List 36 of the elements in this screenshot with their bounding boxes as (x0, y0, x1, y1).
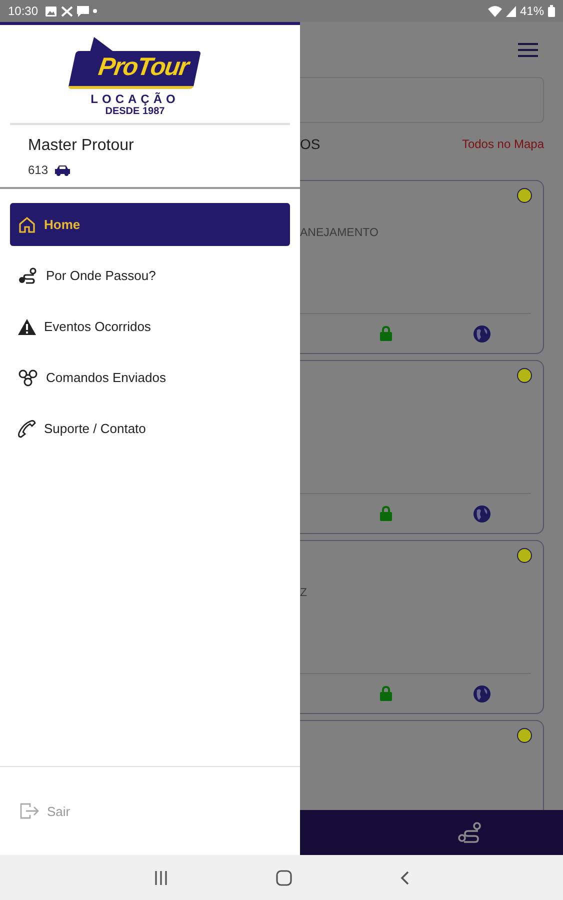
menu-item[interactable]: Eventos Ocorridos (10, 305, 290, 348)
back-icon[interactable] (400, 870, 410, 884)
menu-item[interactable]: Comandos Enviados (10, 356, 290, 399)
nodes-icon (18, 368, 38, 386)
recents-icon[interactable] (154, 870, 168, 884)
car-icon (54, 164, 72, 176)
signal-icon (506, 6, 516, 16)
warning-icon (18, 318, 36, 334)
globe-icon[interactable] (472, 504, 491, 522)
search-field[interactable] (300, 77, 544, 123)
route-icon (18, 266, 38, 284)
message-icon (77, 6, 90, 16)
logout-icon (20, 803, 39, 819)
user-name: Master Protour (28, 137, 135, 155)
wifi-icon (488, 6, 502, 16)
vehicle-count: 613 (28, 163, 48, 177)
section-title: OS (300, 136, 320, 152)
menu-item[interactable]: Home (10, 203, 290, 246)
image-icon (45, 6, 58, 16)
home-button-icon[interactable] (276, 870, 292, 886)
battery-icon (548, 5, 555, 17)
logo-tagline: LOCAÇÃO (90, 92, 180, 106)
route-icon[interactable] (457, 820, 483, 844)
logo-since: DESDE 1987 (105, 106, 165, 117)
globe-icon[interactable] (472, 684, 491, 702)
menu-icon[interactable] (518, 42, 538, 56)
status-time: 10:30 (8, 4, 38, 18)
battery-level: 41% (520, 4, 544, 18)
phone-icon (18, 420, 36, 438)
menu-item[interactable]: Suporte / Contato (10, 407, 290, 450)
dot-icon (93, 9, 98, 13)
card-text: Z (300, 587, 308, 599)
card-text: ANEJAMENTO (300, 227, 378, 239)
home-icon (18, 216, 36, 234)
menu-item[interactable]: Por Onde Passou? (10, 254, 290, 297)
globe-icon[interactable] (472, 324, 491, 342)
